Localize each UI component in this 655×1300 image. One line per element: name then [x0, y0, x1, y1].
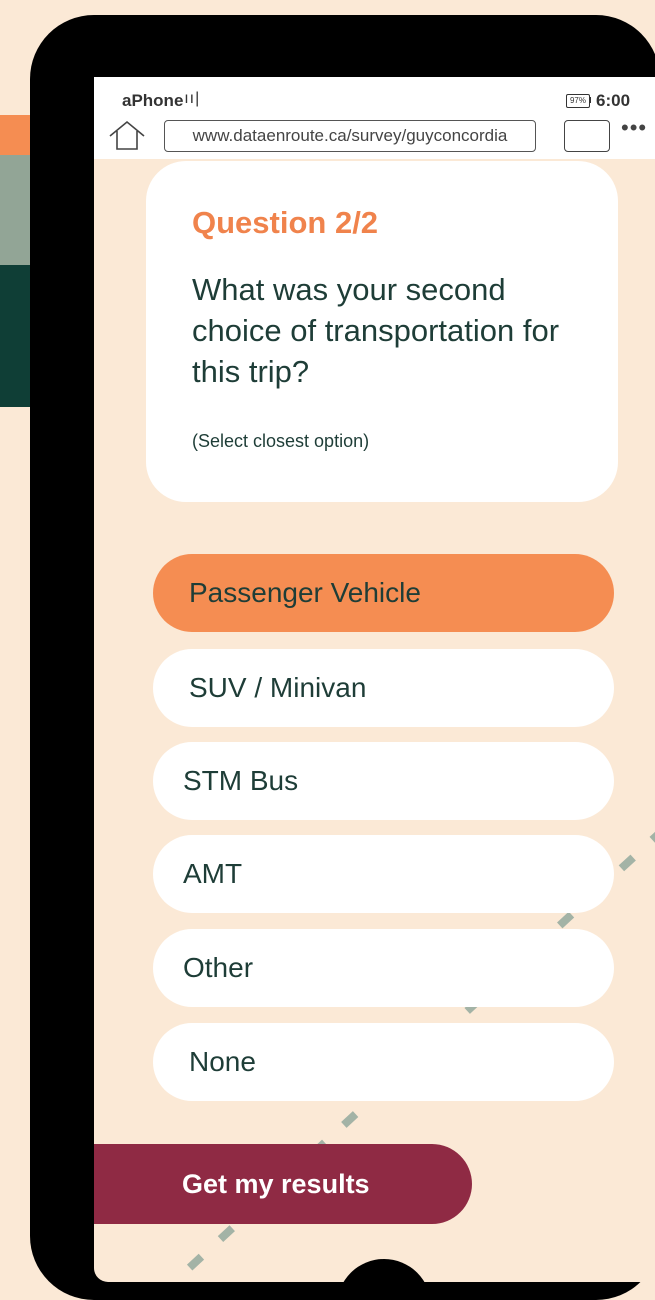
option-other[interactable]: Other: [153, 929, 614, 1007]
battery-tip: [589, 97, 591, 103]
home-icon[interactable]: [108, 119, 146, 151]
signal-icon: ıı|: [180, 90, 201, 107]
more-options-icon[interactable]: •••: [621, 115, 647, 141]
option-passenger-vehicle[interactable]: Passenger Vehicle: [153, 554, 614, 632]
carrier-name: aPhone: [122, 91, 184, 110]
option-stm-bus[interactable]: STM Bus: [153, 742, 614, 820]
phone-screen: aPhone ıı| 97% 6:00 www.dataenroute.ca/s…: [94, 77, 655, 1282]
address-bar[interactable]: www.dataenroute.ca/survey/guyconcordia: [164, 120, 536, 152]
clock-time: 6:00: [596, 91, 631, 110]
option-none[interactable]: None: [153, 1023, 614, 1101]
status-bar: aPhone ıı| 97% 6:00: [94, 77, 655, 110]
battery-icon: 97%: [566, 94, 590, 108]
get-results-button[interactable]: Get my results: [94, 1144, 472, 1224]
question-text: What was your second choice of transport…: [192, 272, 560, 389]
phone-frame: aPhone ıı| 97% 6:00 www.dataenroute.ca/s…: [30, 15, 655, 1300]
question-hint: (Select closest option): [192, 431, 370, 451]
tabs-icon[interactable]: [564, 120, 610, 152]
option-amt[interactable]: AMT: [153, 835, 614, 913]
question-card: Question 2/2 What was your second choice…: [146, 161, 618, 502]
question-number: Question 2/2: [192, 205, 379, 240]
option-suv-minivan[interactable]: SUV / Minivan: [153, 649, 614, 727]
